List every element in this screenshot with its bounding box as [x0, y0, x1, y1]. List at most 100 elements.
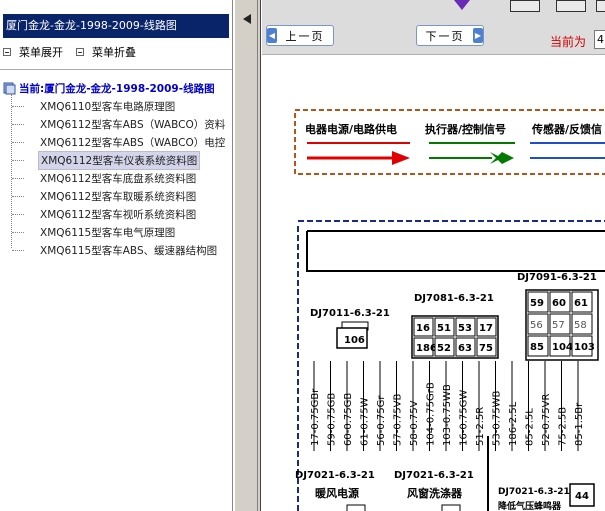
tree-branch	[12, 106, 24, 107]
divider	[0, 69, 232, 70]
menu-pane: 厦门金龙-金龙-1998-2009-线路图 菜单展开 菜单折叠 当前:厦门金龙-…	[0, 0, 233, 511]
buzzer-label: 降低气压蜂鸣器	[498, 500, 562, 511]
dj7091-pin: 58	[574, 320, 587, 331]
tree-item-label: XMQ6115型客车ABS、缓速器结构图	[40, 245, 218, 257]
wire-labels: 17-0.75GBr 59-0.75GB 60-0.75GB 61-0.75W 56-0…	[310, 361, 585, 451]
tree-branch	[12, 196, 24, 197]
tree-root-label: 当前:厦门金龙-金龙-1998-2009-线路图	[19, 82, 215, 95]
zoom-in-icon[interactable]	[556, 0, 586, 12]
washer-connector	[441, 504, 461, 511]
wire-label: 103-0.75WB	[442, 384, 453, 446]
zoom-fit-icon[interactable]	[510, 0, 540, 12]
dj7081-pin: 75	[479, 343, 493, 354]
legend-power-arrowhead	[392, 151, 410, 165]
dj7021-a-label: DJ7021-6.3-21	[295, 470, 375, 481]
tool-icon[interactable]	[596, 0, 605, 12]
frame-border	[258, 0, 261, 511]
legend-actuator-arrowhead	[490, 152, 514, 164]
tree-branch	[12, 214, 24, 215]
collapse-arrow-icon[interactable]	[235, 12, 257, 26]
heater-connector	[346, 504, 366, 511]
menu-expand-button[interactable]: 菜单展开	[3, 44, 63, 60]
legend-power-label: 电器电源/电路供电	[305, 122, 397, 136]
wire-label: 60-0.75GB	[343, 393, 354, 446]
dj7081-pin: 51	[437, 323, 451, 334]
wire-label: 16-0.75GW	[459, 390, 470, 446]
wire-label: 53-0.75WB	[492, 391, 503, 446]
tree-root[interactable]: 当前:厦门金龙-金龙-1998-2009-线路图	[3, 80, 215, 96]
wire-label: 56-0.75Gr	[376, 395, 387, 446]
wire-label: 104-0.75GrB	[426, 382, 437, 446]
dj7081-pin: 52	[437, 343, 451, 354]
dj7021-b-label: DJ7021-6.3-21	[394, 470, 474, 481]
wiring-diagram: 电器电源/电路供电 执行器/控制信号 传感器/反馈信 DJ7011-6.3-21…	[262, 56, 605, 511]
flag-icon	[454, 0, 470, 10]
left-arrow-icon: ◀	[267, 28, 277, 43]
bus-line	[306, 230, 605, 272]
expand-icon	[3, 48, 11, 56]
dj7091-pin: 57	[552, 320, 565, 331]
tree-item-label: XMQ6115型客车电气原理图	[40, 227, 176, 239]
wire-label: 59-0.75GB	[327, 393, 338, 446]
next-page-label: 下一页	[425, 29, 465, 43]
page-number-input[interactable]: 4	[594, 30, 605, 49]
wire-label: 75-2.5B	[558, 407, 569, 446]
tree-item[interactable]: XMQ6112型客车ABS（WABCO）电控	[12, 134, 227, 151]
wire-label: 17-0.75GBr	[310, 388, 321, 446]
dj7091-pin: 56	[530, 320, 543, 331]
next-page-button[interactable]: 下一页 ▶	[416, 25, 484, 46]
wire-label: 85-1.5Br	[574, 402, 585, 446]
dj7091-pin: 60	[552, 298, 566, 309]
tree-branch	[12, 124, 24, 125]
dj7091-pin: 104	[552, 342, 573, 353]
dj7081-pin: 186	[416, 343, 437, 354]
pane-splitter[interactable]	[234, 0, 258, 511]
wire-label: 57-0.75VB	[393, 394, 404, 446]
module-frame	[297, 220, 605, 511]
tree-branch	[12, 142, 24, 143]
dj7011-label: DJ7011-6.3-21	[310, 308, 390, 319]
legend-actuator-label: 执行器/控制信号	[425, 122, 506, 136]
tree-item[interactable]: XMQ6112型客车底盘系统资料图	[12, 170, 198, 187]
menu-expand-label: 菜单展开	[19, 46, 63, 59]
diagram-canvas: 电器电源/电路供电 执行器/控制信号 传感器/反馈信 DJ7011-6.3-21…	[294, 109, 605, 511]
wire-label: 85-2.5L	[525, 408, 536, 446]
dj7091-pin: 103	[574, 342, 595, 353]
tree-item[interactable]: XMQ6112型客车取暖系统资料图	[12, 188, 198, 205]
tree-item-label: XMQ6112型客车仪表系统资料图	[38, 151, 201, 170]
legend-sensor-label: 传感器/反馈信	[531, 122, 602, 136]
menu-title: 厦门金龙-金龙-1998-2009-线路图	[3, 14, 229, 38]
dj7081-connector: 16 51 53 17 186 52 63 75	[411, 315, 499, 359]
tree-item-label: XMQ6112型客车取暖系统资料图	[40, 191, 197, 203]
tree-item[interactable]: XMQ6115型客车电气原理图	[12, 224, 177, 241]
menu-collapse-button[interactable]: 菜单折叠	[76, 44, 136, 60]
dj7081-pin: 17	[479, 323, 493, 334]
tree-item[interactable]: XMQ6112型客车视听系统资料图	[12, 206, 198, 223]
tree-item-label: XMQ6112型客车ABS（WABCO）资料	[40, 119, 226, 131]
tree-item[interactable]: XMQ6110型客车电路原理图	[12, 98, 177, 115]
dj7091-label: DJ7091-6.3-21	[517, 272, 597, 283]
menu-collapse-label: 菜单折叠	[92, 46, 136, 59]
tree-branch	[12, 178, 24, 179]
heater-power-label: 暖风电源	[315, 486, 359, 500]
wire-label: 58-0.75V	[409, 400, 420, 446]
wire-label: 61-0.75W	[360, 397, 371, 446]
dj7081-pin: 16	[416, 323, 430, 334]
tree-item[interactable]: XMQ6115型客车ABS、缓速器结构图	[12, 242, 219, 259]
washer-label: 风窗洗涤器	[407, 486, 463, 500]
right-arrow-icon: ▶	[473, 28, 483, 43]
tree-item-label: XMQ6112型客车视听系统资料图	[40, 209, 197, 221]
prev-page-button[interactable]: ◀ 上一页	[266, 25, 334, 46]
collapse-icon	[76, 48, 84, 56]
tree-item[interactable]: XMQ6112型客车仪表系统资料图	[12, 151, 201, 170]
tree-item-label: XMQ6112型客车底盘系统资料图	[40, 173, 197, 185]
book-icon	[3, 82, 16, 94]
tree-branch	[12, 232, 24, 233]
tree-item[interactable]: XMQ6112型客车ABS（WABCO）资料	[12, 116, 227, 133]
wire-label: 52-0.75VR	[541, 394, 552, 446]
dj7081-pin: 63	[458, 343, 472, 354]
dj7091-pin: 61	[574, 298, 588, 309]
current-page-label: 当前为	[550, 35, 587, 49]
dj7081-pin: 53	[458, 323, 472, 334]
dj7091-connector: 59 60 61 56 57 58 85 104 103	[525, 289, 599, 361]
